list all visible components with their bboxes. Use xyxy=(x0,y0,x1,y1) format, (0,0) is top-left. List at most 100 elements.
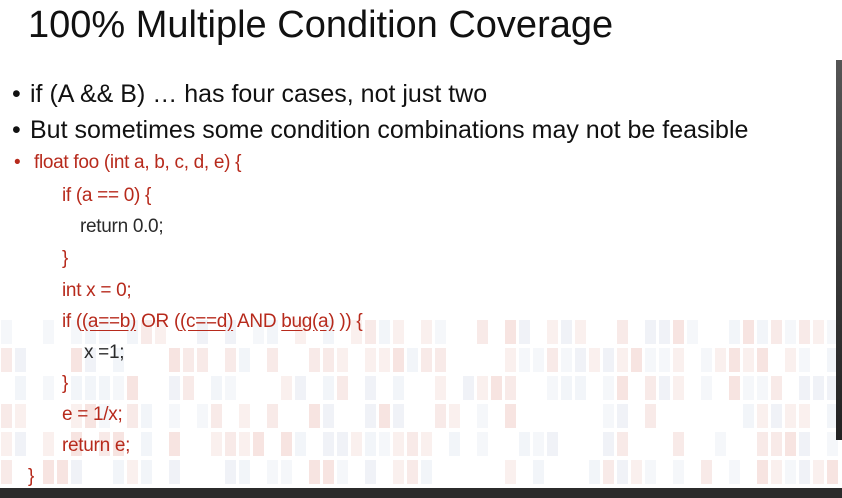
decorative-tile xyxy=(771,460,782,484)
decorative-tile xyxy=(169,432,180,456)
decorative-tile xyxy=(729,320,740,344)
decorative-tile xyxy=(827,460,838,484)
decorative-tile xyxy=(15,376,26,400)
decorative-tile xyxy=(617,376,628,400)
decorative-tile xyxy=(785,404,796,428)
decorative-tile xyxy=(673,460,684,484)
decorative-tile xyxy=(505,376,516,400)
decorative-tile xyxy=(113,376,124,400)
decorative-tile xyxy=(757,348,768,372)
decorative-tile xyxy=(1,404,12,428)
decorative-tile xyxy=(225,460,236,484)
decorative-tile xyxy=(141,404,152,428)
decorative-tile xyxy=(743,348,754,372)
decorative-tile xyxy=(43,376,54,400)
decorative-tile xyxy=(505,320,516,344)
decorative-tile xyxy=(491,376,502,400)
decorative-tile xyxy=(57,460,68,484)
decorative-tile xyxy=(673,376,684,400)
decorative-tile xyxy=(113,460,124,484)
bullet-item: • But sometimes some condition combinatio… xyxy=(12,116,748,145)
decorative-tile xyxy=(799,348,810,372)
decorative-tile xyxy=(421,460,432,484)
decorative-tile xyxy=(365,320,376,344)
decorative-tile xyxy=(141,460,152,484)
decorative-tile xyxy=(183,376,194,400)
decorative-tile xyxy=(449,432,460,456)
decorative-tile xyxy=(239,432,250,456)
decorative-tile xyxy=(239,460,250,484)
decorative-tile xyxy=(407,460,418,484)
code-line-condition: if ((a==b) OR ((c==d) AND bug(a) )) { xyxy=(62,311,363,333)
decorative-tile xyxy=(757,432,768,456)
decorative-tile xyxy=(799,376,810,400)
decorative-tile xyxy=(407,348,418,372)
decorative-tile xyxy=(575,320,586,344)
decorative-tile xyxy=(589,460,600,484)
decorative-tile xyxy=(799,320,810,344)
decorative-tile xyxy=(729,348,740,372)
decorative-tile xyxy=(421,320,432,344)
decorative-tile xyxy=(645,460,656,484)
decorative-tile xyxy=(323,432,334,456)
decorative-tile xyxy=(547,320,558,344)
decorative-tile xyxy=(743,376,754,400)
decorative-tile xyxy=(281,432,292,456)
decorative-tile xyxy=(267,460,278,484)
decorative-tile xyxy=(379,404,390,428)
decorative-tile xyxy=(127,460,138,484)
decorative-tile xyxy=(645,376,656,400)
decorative-tile xyxy=(617,348,628,372)
decorative-tile xyxy=(715,432,726,456)
decorative-tile xyxy=(701,348,712,372)
decorative-tile xyxy=(267,404,278,428)
decorative-tile xyxy=(799,460,810,484)
decorative-tile xyxy=(743,320,754,344)
decorative-tile xyxy=(225,432,236,456)
decorative-tile xyxy=(337,376,348,400)
decorative-tile xyxy=(505,404,516,428)
decorative-tile xyxy=(1,348,12,372)
decorative-tile xyxy=(813,376,824,400)
decorative-tile xyxy=(785,460,796,484)
decorative-tile xyxy=(365,348,376,372)
decorative-tile xyxy=(309,348,320,372)
decorative-tile xyxy=(295,432,306,456)
decorative-tile xyxy=(127,376,138,400)
decorative-tile xyxy=(659,376,670,400)
decorative-tile xyxy=(477,320,488,344)
decorative-tile xyxy=(505,460,516,484)
decorative-tile xyxy=(379,348,390,372)
code-line: return 0.0; xyxy=(80,216,164,237)
decorative-tile xyxy=(477,376,488,400)
decorative-tile xyxy=(533,460,544,484)
decorative-tile xyxy=(603,348,614,372)
window-edge xyxy=(836,60,842,440)
decorative-tile xyxy=(673,320,684,344)
decorative-tile xyxy=(533,348,544,372)
decorative-tile xyxy=(547,348,558,372)
decorative-tile xyxy=(813,460,824,484)
decorative-tile xyxy=(519,432,530,456)
decorative-tile xyxy=(561,376,572,400)
decorative-tile xyxy=(309,460,320,484)
decorative-tile xyxy=(351,432,362,456)
decorative-tile xyxy=(99,376,110,400)
code-fragment: OR ( xyxy=(136,311,180,332)
decorative-tile xyxy=(169,376,180,400)
bottom-bar xyxy=(0,488,842,498)
decorative-tile xyxy=(43,432,54,456)
decorative-tile xyxy=(603,404,614,428)
decorative-tile xyxy=(799,404,810,428)
decorative-tile xyxy=(617,432,628,456)
code-line: return e; xyxy=(62,435,131,456)
code-line: } xyxy=(62,373,69,394)
code-line: } xyxy=(28,466,35,487)
decorative-tile xyxy=(1,432,12,456)
decorative-tile xyxy=(785,348,796,372)
code-line: int x = 0; xyxy=(62,280,132,301)
decorative-tile xyxy=(295,376,306,400)
decorative-tile xyxy=(421,432,432,456)
bullet-glyph: • xyxy=(12,116,21,144)
decorative-tile xyxy=(393,460,404,484)
